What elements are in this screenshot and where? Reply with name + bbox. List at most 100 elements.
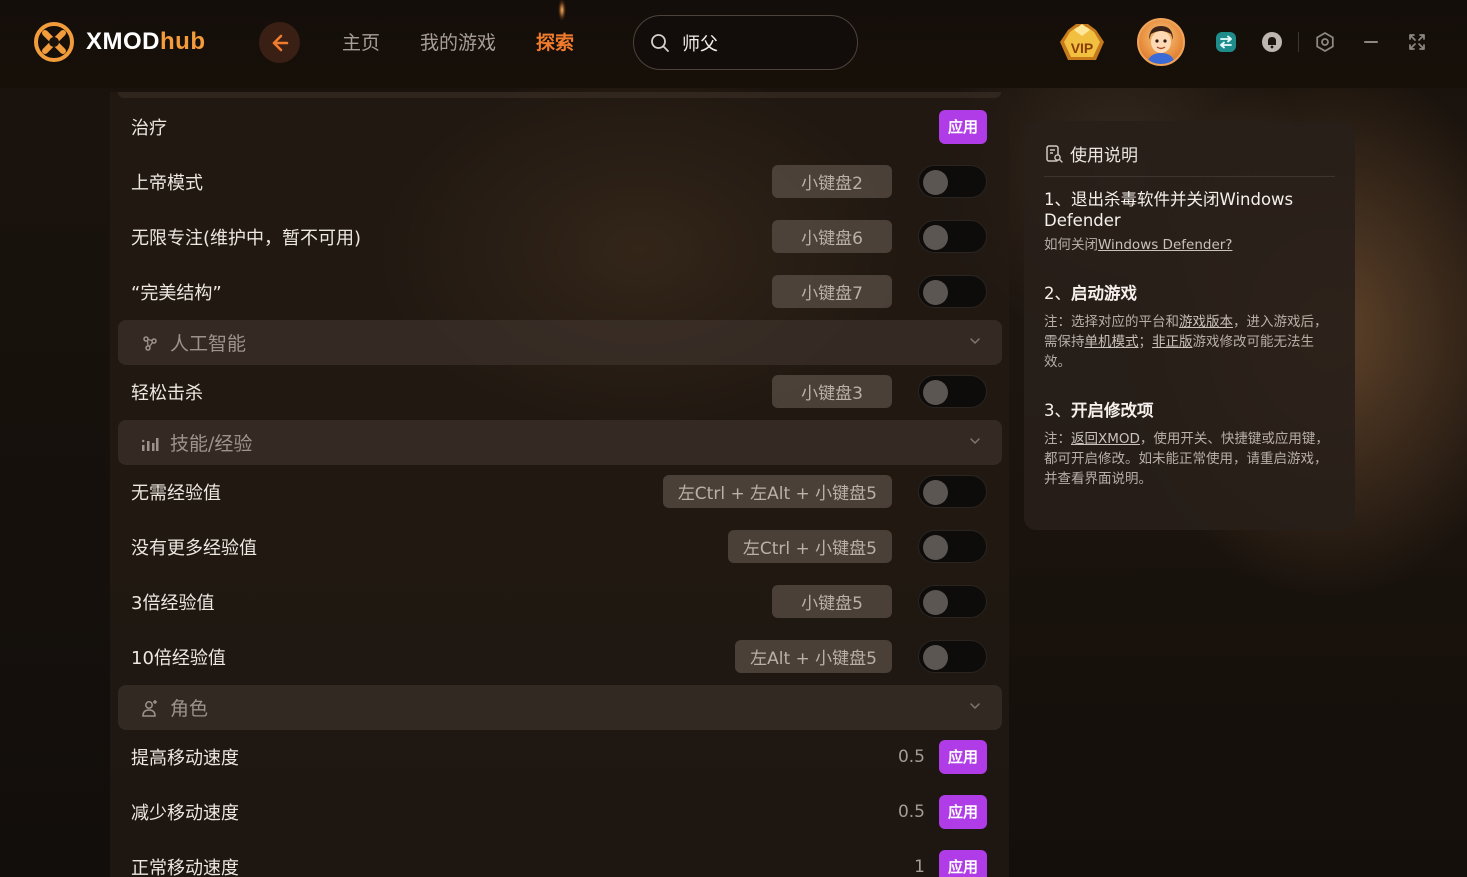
app-name: XMODhub [86,28,206,55]
mod-row: 提高移动速度 0.5 应用 [110,729,1009,784]
game-version-link[interactable]: 游戏版本 [1179,314,1233,330]
mod-toggle[interactable] [918,275,987,308]
nav-home[interactable]: 主页 [342,28,380,55]
step-3-title: 3、开启修改项 [1044,401,1154,420]
windows-defender-link[interactable]: Windows Defender? [1098,237,1232,253]
step-3-note: 注：返回XMOD，使用开关、快捷键或应用键，都可开启修改。如未能正常使用，请重启… [1044,431,1329,487]
top-bar: XMODhub 主页 我的游戏 探索 VIP [0,0,1467,88]
mod-row: 无限专注(维护中，暂不可用) 小键盘6 [110,209,1009,264]
mod-row: 正常移动速度 1 应用 [110,839,1009,877]
hotkey-badge[interactable]: 小键盘7 [772,275,892,308]
hotkey-badge[interactable]: 小键盘2 [772,165,892,198]
mod-toggle[interactable] [918,220,987,253]
vip-badge-icon: VIP [1060,24,1104,60]
svg-text:VIP: VIP [1071,40,1094,56]
section-label: 人工智能 [170,333,247,355]
fullscreen-icon [1409,34,1425,50]
offline-mode-link[interactable]: 单机模式 [1085,334,1139,350]
section-label: 技能/经验 [170,433,253,455]
nav-my-games[interactable]: 我的游戏 [420,28,496,55]
mod-label: 上帝模式 [131,172,203,194]
hotkey-badge[interactable]: 左Ctrl + 左Alt + 小键盘5 [662,475,892,508]
mod-toggle[interactable] [918,585,987,618]
mod-row: “完美结构” 小键盘7 [110,264,1009,319]
toggle-knob [923,280,948,305]
background-left-strip [0,92,110,877]
skill-chart-icon [142,437,159,451]
vip-badge[interactable]: VIP [1058,20,1106,70]
apply-button[interactable]: 应用 [939,109,987,144]
ai-icon [143,335,157,351]
mod-label: 治疗 [131,117,167,139]
main-nav: 主页 我的游戏 探索 [342,28,574,55]
hotkey-badge[interactable]: 左Ctrl + 小键盘5 [727,530,892,563]
mod-row: 3倍经验值 小键盘5 [110,574,1009,629]
mod-label: 没有更多经验值 [131,537,257,559]
hotkey-badge[interactable]: 左Alt + 小键盘5 [735,640,892,673]
toggle-knob [923,380,948,405]
mod-value[interactable]: 0.5 [898,747,925,767]
mod-toggle[interactable] [918,475,987,508]
mod-value[interactable]: 1 [914,857,925,877]
mod-row: 减少移动速度 0.5 应用 [110,784,1009,839]
active-nav-glow [556,0,568,22]
toggle-knob [923,170,948,195]
mod-row: 10倍经验值 左Alt + 小键盘5 [110,629,1009,684]
fullscreen-button[interactable] [1405,30,1429,54]
chevron-down-icon [970,338,980,345]
minimize-button[interactable] [1359,30,1383,54]
toggle-knob [923,225,948,250]
transfer-button[interactable] [1214,30,1238,54]
mod-row: 无需经验值 左Ctrl + 左Alt + 小键盘5 [110,464,1009,519]
user-avatar[interactable] [1137,18,1185,66]
window-controls [1214,30,1429,54]
mod-label: 正常移动速度 [131,857,239,877]
mod-label: 10倍经验值 [131,647,226,669]
mod-toggle[interactable] [918,640,987,673]
toggle-knob [923,590,948,615]
return-xmod-link[interactable]: 返回XMOD [1071,431,1140,447]
character-icon [142,699,157,717]
mod-toggle[interactable] [918,165,987,198]
section-header-ai[interactable]: 人工智能 [118,320,1002,365]
notification-button[interactable] [1260,30,1284,54]
chevron-down-icon [970,703,980,710]
step-2-note: 注：选择对应的平台和游戏版本，进入游戏后，需保持单机模式；非正版游戏修改可能无法… [1044,314,1328,370]
document-search-icon [1046,144,1063,163]
search-input[interactable] [682,32,832,53]
mod-toggle[interactable] [918,375,987,408]
toggle-knob [923,535,948,560]
nav-explore[interactable]: 探索 [536,28,574,55]
mod-row: 上帝模式 小键盘2 [110,154,1009,209]
search-box[interactable] [633,15,858,70]
instructions-title: 使用说明 [1070,146,1138,166]
mod-label: “完美结构” [131,282,222,304]
mod-label: 提高移动速度 [131,747,239,769]
mod-label: 无限专注(维护中，暂不可用) [131,227,362,249]
hotkey-badge[interactable]: 小键盘5 [772,585,892,618]
transfer-icon [1216,32,1236,52]
settings-button[interactable] [1313,30,1337,54]
divider [1298,32,1299,52]
section-header-skills[interactable]: 技能/经验 [118,420,1002,465]
chevron-down-icon [970,438,980,445]
step-1-title: 1、退出杀毒软件并关闭Windows Defender [1044,190,1294,230]
panel-scroll-edge [118,92,1001,98]
hotkey-badge[interactable]: 小键盘6 [772,220,892,253]
app-logo[interactable]: XMODhub [34,22,205,62]
instructions-header: 使用说明 [1044,141,1335,177]
mod-value[interactable]: 0.5 [898,802,925,822]
hotkey-badge[interactable]: 小键盘3 [772,375,892,408]
apply-button[interactable]: 应用 [939,849,987,877]
back-button[interactable] [259,22,300,63]
notification-icon [1262,32,1282,52]
section-header-character[interactable]: 角色 [118,685,1002,730]
step-1-note: 如何关闭Windows Defender? [1044,237,1233,253]
non-genuine-link[interactable]: 非正版 [1152,334,1193,350]
mod-label: 无需经验值 [131,482,221,504]
back-arrow-icon [272,34,288,51]
mod-row: 轻松击杀 小键盘3 [110,364,1009,419]
apply-button[interactable]: 应用 [939,739,987,774]
mod-toggle[interactable] [918,530,987,563]
apply-button[interactable]: 应用 [939,794,987,829]
